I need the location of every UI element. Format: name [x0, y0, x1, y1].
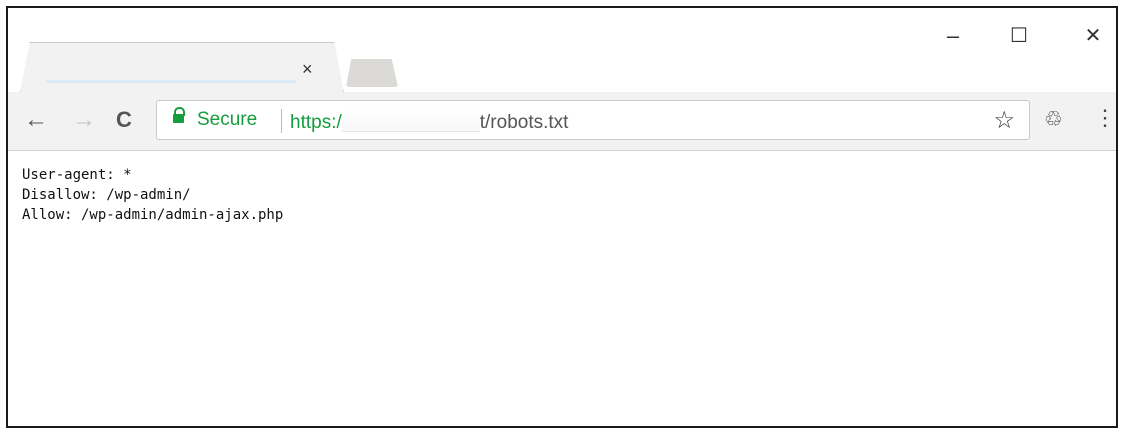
address-bar[interactable]: Secure https:/ t/robots.txt ☆ — [156, 100, 1030, 140]
browser-window: × – ☐ ✕ ← → C Secure https:/ t/robots.txt… — [6, 6, 1118, 428]
robots-line-user-agent: User-agent: * — [22, 167, 132, 183]
bookmark-star-icon[interactable]: ☆ — [993, 106, 1015, 135]
tab-strip: × – ☐ ✕ — [8, 8, 1116, 92]
url-scheme: https:/ — [290, 112, 342, 133]
url-text: https:/ t/robots.txt — [290, 109, 568, 134]
maximize-icon[interactable]: ☐ — [1004, 24, 1034, 48]
active-tab[interactable] — [20, 42, 344, 93]
minimize-icon[interactable]: – — [938, 24, 968, 48]
menu-icon[interactable]: ⋮ — [1094, 106, 1116, 130]
close-icon[interactable]: ✕ — [1078, 24, 1108, 48]
new-tab-button[interactable] — [346, 59, 398, 87]
lock-icon — [173, 107, 185, 123]
back-icon[interactable]: ← — [24, 108, 48, 132]
forward-icon[interactable]: → — [72, 108, 96, 132]
robots-line-allow: Allow: /wp-admin/admin-ajax.php — [22, 207, 284, 223]
reload-icon[interactable]: C — [116, 108, 132, 132]
tab-title — [46, 80, 296, 83]
secure-label: Secure — [197, 109, 258, 130]
url-path: t/robots.txt — [479, 112, 569, 133]
url-host-redacted — [341, 109, 480, 132]
toolbar: ← → C Secure https:/ t/robots.txt ☆ ♲ ⋮ — [8, 92, 1116, 151]
extension-icon[interactable]: ♲ — [1044, 107, 1063, 132]
robots-line-disallow: Disallow: /wp-admin/ — [22, 187, 191, 203]
page-content: User-agent: * Disallow: /wp-admin/ Allow… — [22, 165, 1106, 416]
divider — [281, 109, 282, 133]
tab-close-icon[interactable]: × — [302, 58, 313, 80]
